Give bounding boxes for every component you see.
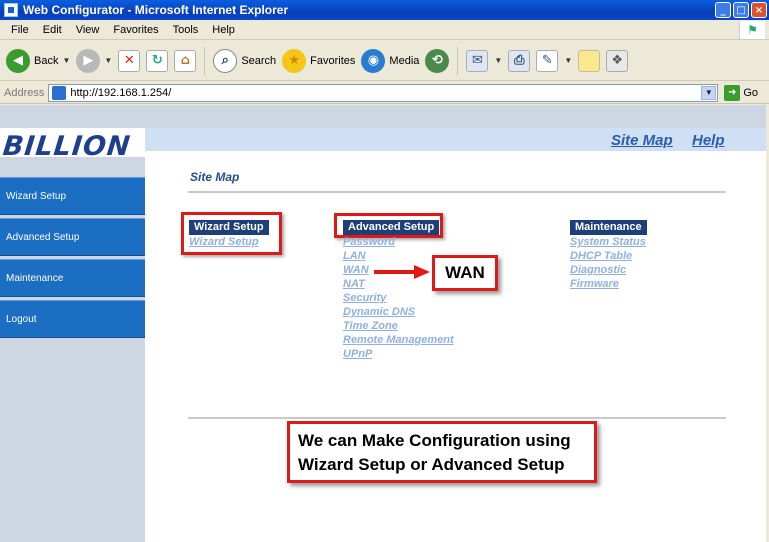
menu-favorites[interactable]: Favorites xyxy=(106,24,165,36)
sidebar-item-advanced-setup[interactable]: Advanced Setup xyxy=(0,218,145,256)
stop-icon[interactable]: ✕ xyxy=(118,49,141,72)
address-input[interactable]: http://192.168.1.254/ ▼ xyxy=(48,83,719,102)
wan-link[interactable]: WAN xyxy=(343,264,369,276)
maintenance-heading: Maintenance xyxy=(570,220,647,235)
wan-callout: WAN xyxy=(432,255,498,291)
minimize-icon[interactable]: _ xyxy=(715,2,731,18)
star-icon: ★ xyxy=(282,48,307,73)
page-title: Site Map xyxy=(190,170,240,184)
password-link[interactable]: Password xyxy=(343,236,395,248)
media-button[interactable]: ◉ Media xyxy=(361,48,420,73)
wizard-setup-highlight xyxy=(181,212,282,255)
sidebar: Wizard Setup Advanced Setup Maintenance … xyxy=(0,157,145,542)
forward-dropdown-icon[interactable]: ▼ xyxy=(104,56,112,65)
go-arrow-icon: ➜ xyxy=(724,84,741,101)
toolbar-separator xyxy=(457,46,459,75)
address-dropdown-icon[interactable]: ▼ xyxy=(701,85,717,100)
system-status-link[interactable]: System Status xyxy=(570,236,646,248)
bottom-divider xyxy=(188,417,726,419)
home-icon[interactable]: ⌂ xyxy=(174,49,197,72)
menu-edit[interactable]: Edit xyxy=(36,24,69,36)
menu-help[interactable]: Help xyxy=(205,24,242,36)
media-icon: ◉ xyxy=(361,48,386,73)
discuss-icon[interactable] xyxy=(578,49,601,72)
back-arrow-icon: ◀ xyxy=(6,48,30,73)
refresh-icon[interactable]: ↻ xyxy=(146,49,169,72)
window-title: Web Configurator - Microsoft Internet Ex… xyxy=(23,3,289,17)
windows-logo-icon: ⚑ xyxy=(739,21,765,39)
search-label: Search xyxy=(241,54,277,67)
lan-link[interactable]: LAN xyxy=(343,250,366,262)
address-url: http://192.168.1.254/ xyxy=(70,86,172,99)
menu-bar: File Edit View Favorites Tools Help ⚑ xyxy=(0,20,769,40)
sidebar-item-wizard-setup[interactable]: Wizard Setup xyxy=(0,177,145,215)
maximize-icon[interactable]: □ xyxy=(733,2,749,18)
favorites-label: Favorites xyxy=(310,54,356,67)
mail-dropdown-icon[interactable]: ▼ xyxy=(494,56,502,65)
time-zone-link[interactable]: Time Zone xyxy=(343,320,398,332)
edit-dropdown-icon[interactable]: ▼ xyxy=(564,56,572,65)
menu-tools[interactable]: Tools xyxy=(166,24,206,36)
go-label: Go xyxy=(743,86,759,99)
back-button[interactable]: ◀ Back ▼ xyxy=(6,48,70,73)
security-link[interactable]: Security xyxy=(343,292,386,304)
page-icon xyxy=(52,85,67,100)
diagnostic-link[interactable]: Diagnostic xyxy=(570,264,626,276)
back-label: Back xyxy=(34,54,59,67)
sidebar-item-logout[interactable]: Logout xyxy=(0,300,145,338)
search-button[interactable]: ⌕ Search xyxy=(213,48,277,73)
favorites-button[interactable]: ★ Favorites xyxy=(282,48,356,73)
top-divider xyxy=(188,191,726,193)
window-controls: _ □ × xyxy=(715,2,767,18)
window-title-bar: Web Configurator - Microsoft Internet Ex… xyxy=(0,0,769,20)
close-icon[interactable]: × xyxy=(751,2,767,18)
dhcp-table-link[interactable]: DHCP Table xyxy=(570,250,632,262)
sidebar-item-maintenance[interactable]: Maintenance xyxy=(0,259,145,297)
page-header-band xyxy=(145,128,766,151)
note-line-1: We can Make Configuration using xyxy=(298,431,571,450)
media-label: Media xyxy=(389,54,420,67)
forward-arrow-icon: ▶ xyxy=(76,48,101,73)
toolbar-separator xyxy=(204,46,206,75)
menu-file[interactable]: File xyxy=(4,24,36,36)
help-link[interactable]: Help xyxy=(692,132,725,149)
page-top-strip xyxy=(0,105,766,128)
remote-management-link[interactable]: Remote Management xyxy=(343,334,454,346)
configuration-note-callout: We can Make Configuration using Wizard S… xyxy=(287,421,597,483)
browser-toolbar: ◀ Back ▼ ▶ ▼ ✕ ↻ ⌂ ⌕ Search ★ Favorites … xyxy=(0,41,769,81)
note-line-2: Wizard Setup or Advanced Setup xyxy=(298,455,565,474)
print-icon[interactable]: ⎙ xyxy=(508,49,531,72)
advanced-setup-highlight xyxy=(334,213,443,238)
go-button[interactable]: ➜ Go xyxy=(724,84,759,101)
dynamic-dns-link[interactable]: Dynamic DNS xyxy=(343,306,415,318)
search-icon: ⌕ xyxy=(213,48,238,73)
back-dropdown-icon[interactable]: ▼ xyxy=(62,56,70,65)
edit-icon[interactable]: ✎ xyxy=(536,49,559,72)
upnp-link[interactable]: UPnP xyxy=(343,348,372,360)
messenger-icon[interactable]: ❖ xyxy=(606,49,629,72)
firmware-link[interactable]: Firmware xyxy=(570,278,619,290)
forward-button[interactable]: ▶ ▼ xyxy=(76,48,112,73)
address-label: Address xyxy=(4,86,45,99)
menu-view[interactable]: View xyxy=(69,24,107,36)
ie-app-icon xyxy=(4,3,18,17)
history-icon[interactable]: ⟲ xyxy=(425,48,450,73)
address-bar: Address http://192.168.1.254/ ▼ ➜ Go xyxy=(0,82,769,104)
site-map-link[interactable]: Site Map xyxy=(611,132,673,149)
web-page: BILLION Site Map Help Wizard Setup Advan… xyxy=(0,105,766,542)
nat-link[interactable]: NAT xyxy=(343,278,365,290)
mail-icon[interactable]: ✉ xyxy=(466,49,489,72)
wan-arrow-icon xyxy=(374,265,430,279)
